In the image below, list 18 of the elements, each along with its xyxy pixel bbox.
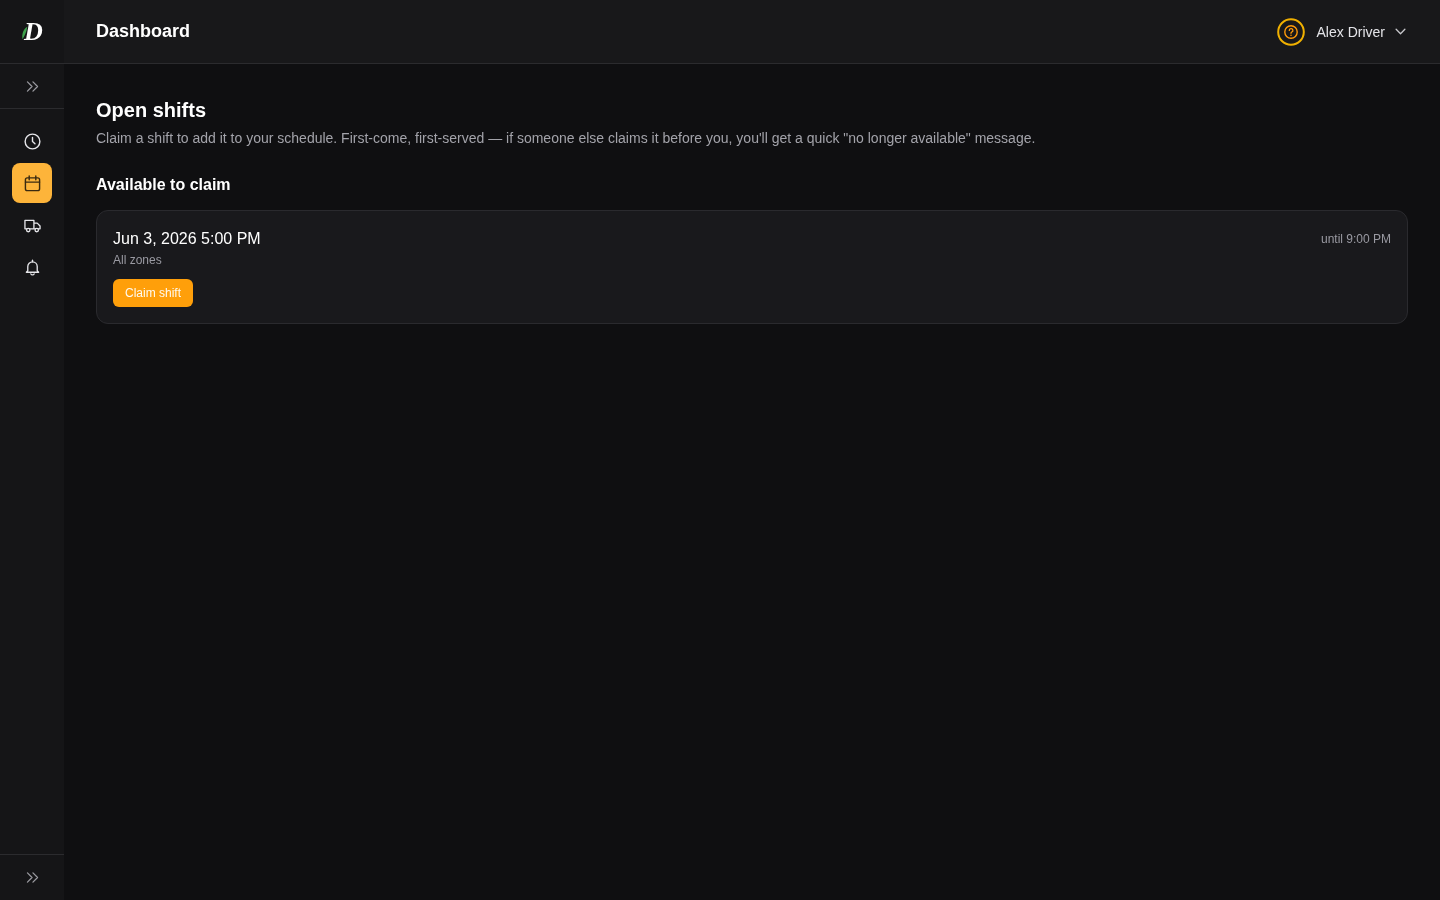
help-icon: [1276, 17, 1305, 46]
bell-icon: [23, 258, 41, 276]
nav-item[interactable]: [12, 163, 52, 203]
page-title: Dashboard: [96, 21, 191, 42]
help-button[interactable]: [1276, 17, 1305, 46]
chevron-down-icon: [1395, 28, 1406, 35]
chevrons-right-icon: [25, 80, 39, 92]
section-description: Claim a shift to add it to your schedule. First-come, first-served — if someone else claims it before you, you'll get a quick "no longer available" message.: [96, 129, 1037, 148]
subsection-heading: Available to claim: [96, 175, 232, 195]
user-menu-button[interactable]: Alex Driver: [1314, 19, 1408, 44]
shift-zone: All zones: [113, 252, 162, 269]
app-logo: D: [21, 18, 43, 45]
calendar-icon: [23, 174, 41, 192]
shift-start-time: Jun 3, 2026 5:00 PM: [113, 229, 261, 249]
section-heading: Open shifts: [96, 98, 207, 123]
shift-end-time: until 9:00 PM: [1320, 231, 1391, 248]
clock-icon: [23, 132, 41, 150]
chevrons-right-icon: [25, 872, 39, 883]
